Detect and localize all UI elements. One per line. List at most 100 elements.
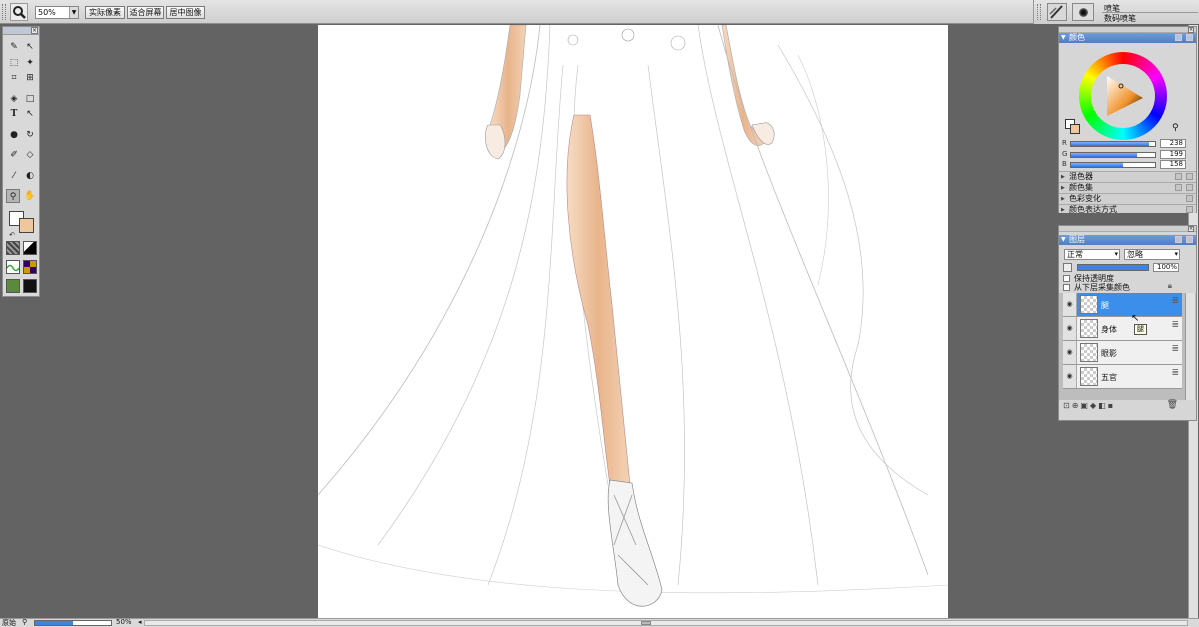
mask-icon[interactable]: ◧ <box>1098 401 1108 410</box>
group-icon[interactable]: ▣ <box>1080 401 1090 410</box>
green-fill <box>1071 153 1137 157</box>
panel-close-icon[interactable] <box>1186 34 1193 41</box>
lock-icon[interactable]: 🔒︎ <box>1168 281 1172 291</box>
panel-grip[interactable]: × <box>1059 226 1196 232</box>
eye-icon[interactable]: ◉ <box>1063 293 1077 316</box>
paper-icon[interactable] <box>6 241 20 255</box>
swap-colors-icon[interactable]: ↶ <box>5 228 19 242</box>
subpanel-mixer[interactable]: 混色器 <box>1059 171 1196 182</box>
horizontal-scrollbar[interactable] <box>144 620 1188 626</box>
subpanel-color-set[interactable]: 颜色集 <box>1059 182 1196 193</box>
additional-color-mini-swatch[interactable] <box>1070 124 1080 134</box>
brush-selector[interactable]: 喷笔 数码喷笔 <box>1033 0 1199 24</box>
color-triangle[interactable] <box>1099 72 1147 120</box>
green-value-field[interactable]: 199 <box>1160 150 1186 159</box>
panel-close-icon[interactable] <box>1186 236 1193 243</box>
zoom-select[interactable]: 50% ▼ <box>35 6 79 19</box>
layer-stack-icon: ≣ <box>1171 344 1179 354</box>
rotate-page-icon[interactable]: ↻ <box>23 128 37 142</box>
look-icon[interactable] <box>23 260 37 274</box>
additional-color-swatch[interactable] <box>19 218 34 233</box>
subpanel-color-variability[interactable]: 色彩变化 <box>1059 193 1196 204</box>
green-slider[interactable]: G 199 <box>1062 150 1195 159</box>
chevron-down-icon[interactable]: ▼ <box>69 7 78 18</box>
layer-row[interactable]: ◉ 五官 ≣ <box>1063 365 1182 389</box>
burn-icon[interactable]: ◐ <box>23 169 37 183</box>
layer-row[interactable]: ◉ 眼影 ≣ <box>1063 341 1182 365</box>
weave-icon[interactable] <box>23 279 37 293</box>
fit-screen-button[interactable]: 适合屏幕 <box>127 6 164 19</box>
brush-category-icon[interactable] <box>1047 3 1067 21</box>
pick-up-underlying-label: 从下层采集颜色 <box>1074 283 1130 292</box>
status-bar: 原始 ⚲ 50% ◂ <box>0 618 1199 627</box>
actual-pixels-button[interactable]: 实际像素 <box>85 6 125 19</box>
layer-row[interactable]: ◉ 身体 ≣ <box>1063 317 1182 341</box>
eye-icon[interactable]: ◉ <box>1063 341 1077 364</box>
pattern-icon[interactable] <box>6 260 20 274</box>
layers-panel-title[interactable]: 图层 <box>1059 235 1196 245</box>
document-canvas[interactable] <box>318 25 948 618</box>
toolbar-grip[interactable] <box>2 4 6 20</box>
composite-depth-select[interactable]: 忽略 <box>1124 249 1180 260</box>
red-value-field[interactable]: 238 <box>1160 139 1186 148</box>
color-panel-title[interactable]: 颜色 <box>1059 33 1196 43</box>
center-image-button[interactable]: 居中图像 <box>166 6 205 19</box>
layer-row[interactable]: ◉ 腿 ≣ <box>1063 293 1182 317</box>
layer-mask-icon[interactable]: ▪ <box>1108 401 1115 410</box>
paint-bucket-icon[interactable]: ◈ <box>7 92 21 106</box>
nozzle-icon[interactable] <box>6 279 20 293</box>
brush-grip[interactable] <box>1037 4 1041 20</box>
layer-adjuster-icon[interactable]: ↖ <box>23 40 37 54</box>
magnifier-tool-icon[interactable] <box>10 3 28 21</box>
magnifier-icon: ⚲ <box>22 618 28 626</box>
gradient-icon[interactable] <box>23 241 37 255</box>
panel-menu-icon[interactable] <box>1175 236 1182 243</box>
scroll-left-icon[interactable]: ◂ <box>138 618 142 626</box>
pick-up-underlying-checkbox[interactable] <box>1063 284 1070 291</box>
panel-menu-icon[interactable] <box>1175 34 1182 41</box>
layer-list-scrollbar[interactable] <box>1185 293 1195 400</box>
rect-select-icon[interactable]: ⬚ <box>7 56 21 70</box>
text-icon[interactable]: T <box>7 107 21 121</box>
eye-icon[interactable]: ◉ <box>1063 365 1077 388</box>
layer-commands-bar: ⊡⊕▣◆◧▪ <box>1063 401 1115 410</box>
layer-stack-icon: ≣ <box>1171 368 1179 378</box>
zoom-slider-fill <box>35 621 73 625</box>
scroll-thumb[interactable] <box>641 621 651 625</box>
layer-name: 眼影 <box>1101 349 1117 358</box>
magnifier-icon[interactable]: ⚲ <box>6 189 20 203</box>
dropper-icon[interactable]: ● <box>7 128 21 142</box>
dynamic-plugin-icon[interactable]: ◆ <box>1090 401 1098 410</box>
magic-wand-icon[interactable]: ✦ <box>23 56 37 70</box>
layer-name: 五官 <box>1101 373 1117 382</box>
opacity-slider[interactable] <box>1077 264 1149 271</box>
red-slider[interactable]: R 238 <box>1062 139 1195 148</box>
composite-method-select[interactable]: 正常 <box>1064 249 1120 260</box>
layer-attributes-icon[interactable]: ⊡ <box>1063 401 1072 410</box>
layer-tooltip: 腿 <box>1134 324 1147 335</box>
crop-icon[interactable]: ⌗ <box>7 71 21 85</box>
eraser-icon[interactable]: ◇ <box>23 148 37 162</box>
eye-icon[interactable]: ◉ <box>1063 317 1077 340</box>
grabber-icon[interactable]: ✋ <box>23 189 37 203</box>
blue-slider[interactable]: B 158 <box>1062 160 1195 169</box>
pen-select-icon[interactable]: ↖ <box>23 107 37 121</box>
brush-icon[interactable]: ✎ <box>7 40 21 54</box>
trash-icon[interactable]: 🗑︎ <box>1167 400 1178 410</box>
rectangle-shape-icon[interactable]: □ <box>23 92 37 106</box>
brush-dab-icon[interactable] <box>1072 3 1094 21</box>
clone-icon[interactable]: ✐ <box>7 148 21 162</box>
blue-value-field[interactable]: 158 <box>1160 160 1186 169</box>
layer-thumbnail <box>1080 367 1098 386</box>
zoom-slider[interactable] <box>34 620 112 626</box>
close-icon[interactable]: × <box>1188 226 1194 232</box>
close-icon[interactable]: × <box>31 27 38 34</box>
eyedropper-icon[interactable]: ⁄ <box>7 169 21 183</box>
subpanel-color-expression[interactable]: 颜色表达方式 <box>1059 204 1196 215</box>
transform-icon[interactable]: ⊞ <box>23 71 37 85</box>
toolbox: × ✎ ↖ ⬚ ✦ ⌗ ⊞ ◈ □ T ↖ ● ↻ ✐ ◇ ⁄ ◐ ⚲ ✋ ↶ <box>2 26 40 297</box>
eyedropper-icon[interactable]: ⚲ <box>1172 123 1179 133</box>
toolbox-titlebar[interactable]: × <box>3 27 39 35</box>
preserve-transparency-checkbox[interactable] <box>1063 275 1070 282</box>
opacity-field[interactable]: 100% <box>1153 263 1179 272</box>
